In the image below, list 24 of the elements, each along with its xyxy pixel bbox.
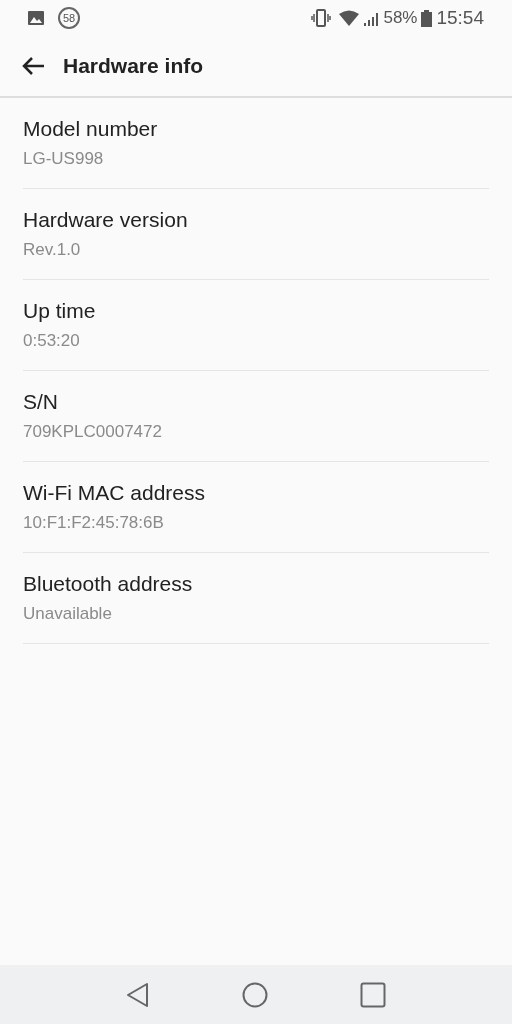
battery-percentage: 58% — [383, 7, 418, 30]
item-value: Unavailable — [23, 603, 113, 625]
item-value: 709KPLC0007472 — [23, 421, 163, 443]
image-icon — [28, 11, 44, 25]
item-value: 10:F1:F2:45:78:6B — [23, 512, 165, 534]
signal-icon — [363, 10, 380, 26]
item-title: Model number — [23, 116, 159, 142]
item-title: Hardware version — [23, 207, 189, 233]
back-nav-icon[interactable] — [126, 981, 150, 1008]
battery-icon — [421, 9, 433, 27]
wifi-icon — [339, 10, 360, 26]
item-title: Wi-Fi MAC address — [23, 480, 207, 506]
item-title: S/N — [23, 389, 59, 415]
screen-title: Hardware info — [63, 53, 204, 80]
item-value: LG-US998 — [23, 148, 105, 170]
vibrate-icon — [311, 9, 332, 27]
notification-badge: 58 — [58, 7, 80, 29]
clock-time: 15:54 — [436, 5, 484, 30]
item-title: Bluetooth address — [23, 571, 194, 597]
item-value: 0:53:20 — [23, 330, 81, 352]
home-nav-icon[interactable] — [242, 981, 268, 1008]
item-value: Rev.1.0 — [23, 239, 82, 261]
item-title: Up time — [23, 298, 97, 324]
recents-nav-icon[interactable] — [360, 981, 386, 1008]
